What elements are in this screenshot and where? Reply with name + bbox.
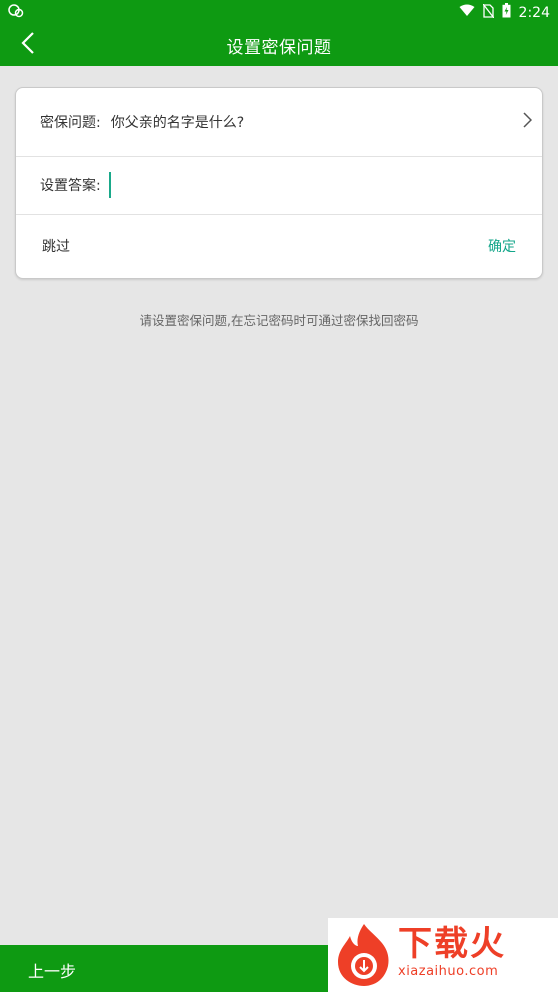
status-bar: 2:24 [0, 0, 558, 24]
watermark-brand: 下载火 [398, 924, 506, 964]
actions-row: 跳过 确定 [16, 216, 542, 278]
confirm-button[interactable]: 确定 [488, 236, 516, 256]
answer-input[interactable] [108, 172, 497, 198]
previous-step-button[interactable]: 上一步 [28, 958, 76, 982]
answer-label: 设置答案: [40, 178, 101, 194]
skip-button[interactable]: 跳过 [42, 236, 70, 256]
question-label: 密保问题: [40, 115, 101, 131]
page-title: 设置密保问题 [226, 37, 332, 58]
app-bar: 设置密保问题 [0, 24, 558, 66]
answer-row: 设置答案: [16, 156, 542, 215]
no-sim-icon [482, 3, 495, 22]
watermark: 下载火 xiazaihuo.com [328, 918, 558, 992]
watermark-url: xiazaihuo.com [398, 964, 499, 979]
wifi-icon [459, 4, 475, 21]
battery-icon [502, 3, 511, 22]
question-value: 你父亲的名字是什么? [110, 115, 245, 131]
flame-logo-icon [332, 922, 396, 992]
status-time: 2:24 [518, 4, 550, 21]
notification-icon [8, 4, 24, 22]
status-icons: 2:24 [459, 3, 550, 22]
question-select-row[interactable]: 密保问题: 你父亲的名字是什么? [16, 88, 542, 157]
security-question-card: 密保问题: 你父亲的名字是什么? 设置答案: 跳过 确定 [15, 87, 543, 279]
chevron-right-icon [523, 112, 533, 132]
hint-text: 请设置密保问题,在忘记密码时可通过密保找回密码 [139, 313, 419, 328]
